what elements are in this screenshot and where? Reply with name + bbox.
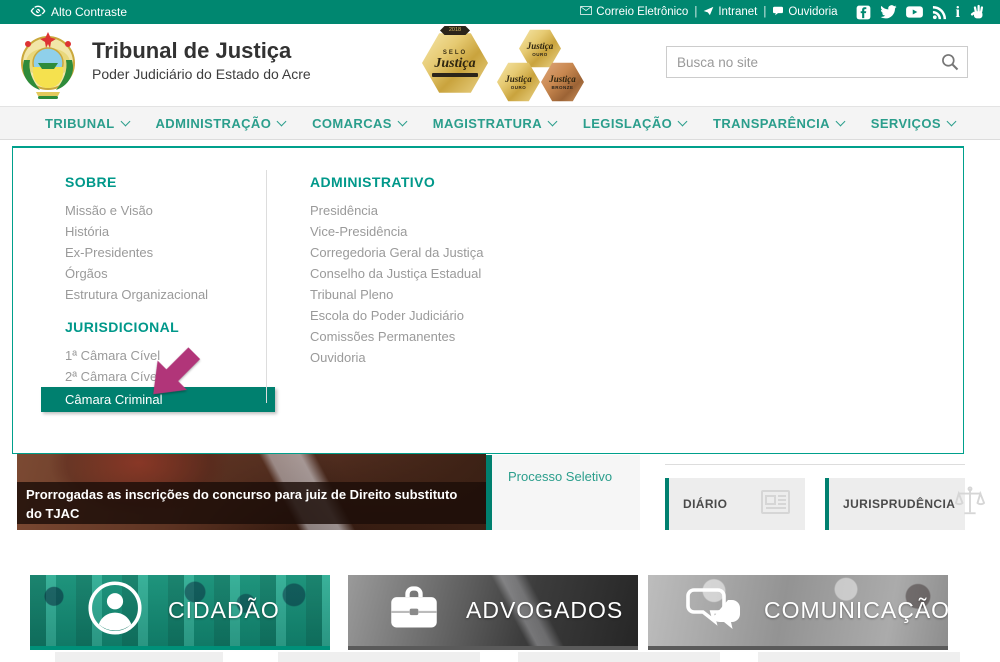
facebook-icon[interactable]: [856, 5, 871, 20]
site-search: [666, 46, 968, 78]
twitter-icon[interactable]: [880, 5, 897, 20]
youtube-icon[interactable]: [906, 5, 923, 19]
seal-year-tab: 2018: [440, 26, 470, 35]
high-contrast-toggle[interactable]: Alto Contraste: [0, 4, 127, 21]
menu-item-estrutura-organizacional[interactable]: Estrutura Organizacional: [53, 284, 263, 305]
nav-administracao[interactable]: ADMINISTRAÇÃO: [156, 116, 286, 131]
nav-transparencia[interactable]: TRANSPARÊNCIA: [713, 116, 844, 131]
contrast-eye-icon: [30, 4, 46, 21]
info-icon[interactable]: i: [956, 5, 960, 20]
cidadao-card[interactable]: CIDADÃO: [30, 575, 330, 650]
search-input[interactable]: [667, 47, 933, 77]
chevron-down-icon: [678, 116, 688, 126]
site-title[interactable]: Tribunal de Justiça: [92, 38, 291, 64]
dropdown-heading-jurisdicional: JURISDICIONAL: [65, 319, 263, 335]
chevron-down-icon: [397, 116, 407, 126]
footer-stub-bar: [758, 652, 960, 662]
contrast-label: Alto Contraste: [51, 5, 127, 19]
selo-justica-small-badge-ouro: Justiça OURO: [519, 29, 561, 68]
jurisprudencia-quick-link[interactable]: JURISPRUDÊNCIA: [825, 478, 965, 530]
top-utility-bar: Alto Contraste Correio Eletrônico | Intr…: [0, 0, 1000, 24]
menu-item-comissoes-permanentes[interactable]: Comissões Permanentes: [298, 326, 598, 347]
footer-stub-bar: [55, 652, 223, 662]
site-subtitle: Poder Judiciário do Estado do Acre: [92, 66, 311, 82]
nav-legislacao[interactable]: LEGISLAÇÃO: [583, 116, 686, 131]
selo-justica-small-badge-bronze: Justiça BRONZE: [541, 62, 584, 102]
processo-seletivo-label[interactable]: Processo Seletivo: [492, 455, 640, 484]
scales-icon: [955, 486, 997, 523]
libras-hand-icon[interactable]: [969, 4, 986, 20]
person-icon: [88, 581, 142, 640]
chevron-down-icon: [946, 116, 956, 126]
main-navigation: TRIBUNAL ADMINISTRAÇÃO COMARCAS MAGISTRA…: [0, 106, 1000, 140]
menu-item-vice-presidencia[interactable]: Vice-Presidência: [298, 221, 598, 242]
newspaper-icon: [759, 487, 805, 522]
nav-comarcas[interactable]: COMARCAS: [312, 116, 406, 131]
selo-justica-small-badge-ouro: Justiça OURO: [497, 62, 540, 102]
selo-justica-large-badge: SELO Justiça: [422, 32, 488, 94]
chevron-down-icon: [277, 116, 287, 126]
search-icon[interactable]: [933, 52, 967, 72]
chat-bubble-icon: [772, 6, 784, 19]
separator: |: [763, 6, 766, 18]
tribunal-dropdown-panel: SOBRE Missão e Visão História Ex-Preside…: [12, 146, 964, 454]
footer-stub-bar: [278, 652, 480, 662]
nav-magistratura[interactable]: MAGISTRATURA: [433, 116, 556, 131]
menu-item-ex-presidentes[interactable]: Ex-Presidentes: [53, 242, 263, 263]
footer-stub-bar: [518, 652, 720, 662]
nav-servicos[interactable]: SERVIÇOS: [871, 116, 955, 131]
speech-bubbles-icon: [686, 585, 742, 636]
chevron-down-icon: [120, 116, 130, 126]
menu-item-escola-poder-judiciario[interactable]: Escola do Poder Judiciário: [298, 305, 598, 326]
envelope-icon: [580, 6, 592, 18]
dropdown-heading-administrativo: ADMINISTRATIVO: [310, 174, 598, 190]
menu-item-corregedoria[interactable]: Corregedoria Geral da Justiça: [298, 242, 598, 263]
processo-seletivo-card[interactable]: Processo Seletivo: [492, 455, 640, 530]
rss-icon[interactable]: [932, 5, 947, 20]
menu-item-presidencia[interactable]: Presidência: [298, 200, 598, 221]
briefcase-icon: [388, 584, 440, 637]
chevron-down-icon: [835, 116, 845, 126]
comunicacao-card[interactable]: COMUNICAÇÃO: [648, 575, 948, 650]
nav-tribunal[interactable]: TRIBUNAL: [45, 116, 129, 131]
dropdown-column-divider: [266, 170, 267, 403]
acre-coat-of-arms-logo: [16, 30, 80, 100]
paper-plane-icon: [703, 6, 714, 19]
separator: |: [694, 6, 697, 18]
webmail-link[interactable]: Correio Eletrônico: [580, 6, 688, 18]
news-headline[interactable]: Prorrogadas as inscrições do concurso pa…: [17, 482, 486, 524]
diario-quick-link[interactable]: DIÁRIO: [665, 478, 805, 530]
menu-item-conselho-justica-estadual[interactable]: Conselho da Justiça Estadual: [298, 263, 598, 284]
dropdown-heading-sobre: SOBRE: [65, 174, 263, 190]
seal-band: [432, 73, 478, 77]
advogados-card[interactable]: ADVOGADOS: [348, 575, 638, 650]
news-banner[interactable]: Prorrogadas as inscrições do concurso pa…: [17, 448, 486, 530]
menu-item-missao-e-visao[interactable]: Missão e Visão: [53, 200, 263, 221]
chevron-down-icon: [548, 116, 558, 126]
menu-item-historia[interactable]: História: [53, 221, 263, 242]
banner-accent-bar: [486, 455, 492, 530]
site-header: Tribunal de Justiça Poder Judiciário do …: [0, 24, 1000, 106]
intranet-link[interactable]: Intranet: [703, 6, 757, 19]
menu-item-ouvidoria[interactable]: Ouvidoria: [298, 347, 598, 368]
menu-item-tribunal-pleno[interactable]: Tribunal Pleno: [298, 284, 598, 305]
menu-item-orgaos[interactable]: Órgãos: [53, 263, 263, 284]
ouvidoria-link[interactable]: Ouvidoria: [772, 6, 837, 19]
